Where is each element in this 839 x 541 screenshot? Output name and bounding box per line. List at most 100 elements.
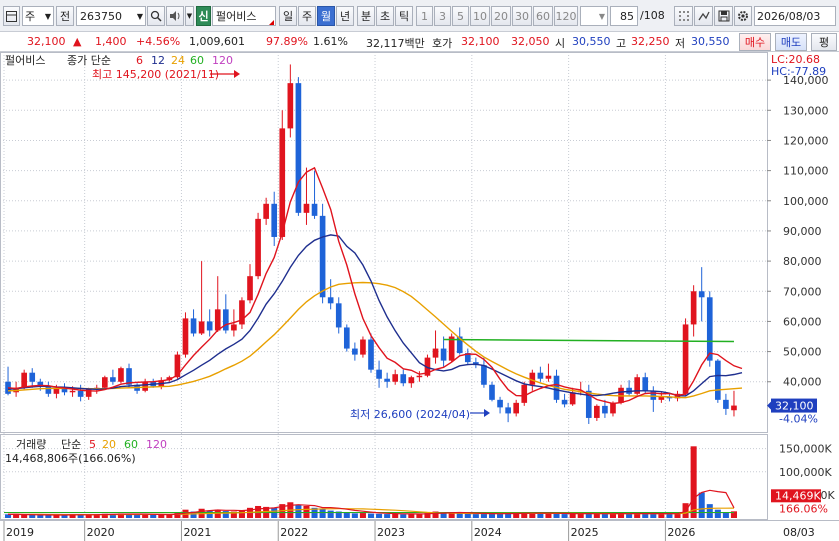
candle-body [690,291,697,325]
candle-body [352,348,358,355]
volume-bar [545,513,552,518]
price-tick-label: 50,000 [783,346,822,359]
candle-body [77,390,84,397]
candle-body [384,378,390,382]
tab-period-6[interactable]: 틱 [395,6,413,26]
tab-period-3[interactable]: 년 [336,6,354,26]
stock-code-input[interactable]: 263750 ▼ [76,6,146,26]
max-price-label: 최고 145,200 (2021/11) [92,68,219,81]
interval-button-120[interactable]: 120 [554,6,578,26]
quote-open-label: 시 [555,37,566,50]
eval-button[interactable]: 평 [811,33,837,51]
ma-legend-12: 12 [151,54,165,67]
page-counter-input[interactable]: 85 [610,6,638,26]
volume-bar [553,513,560,518]
volume-bar [593,513,600,518]
candle-body [706,297,713,361]
vol-legend-60: 60 [124,438,138,451]
volume-bar [698,492,705,518]
vol-legend-5: 5 [89,438,96,451]
tab-period-1[interactable]: 주 [298,6,316,26]
candle-body [303,203,310,213]
candle-body [279,128,286,237]
quote-high-label: 고 [616,37,627,50]
ma-legend-120: 120 [212,54,233,67]
tab-period-2[interactable]: 월 [317,6,335,26]
candle-body [110,377,116,382]
volume-bar [722,512,729,518]
candle-body [408,377,415,384]
current-volume-pct-label: 166.06% [779,502,828,515]
volume-bar [343,512,350,518]
candle-body [537,372,544,379]
current-volume-label: 14,469K [775,489,821,502]
candle-body [569,392,576,405]
volume-bar [367,513,375,518]
interval-button-1[interactable]: 1 [416,6,433,26]
candle-body [610,402,616,414]
candle-body [594,405,600,418]
volume-bar [206,510,213,518]
sell-button[interactable]: 매도 [775,33,807,51]
interval-button-30[interactable]: 30 [512,6,532,26]
vol-legend-20: 20 [102,438,116,451]
tab-period-4[interactable]: 분 [357,6,375,26]
candle-body [69,390,76,393]
volume-bar [674,513,681,518]
volume-bar [497,513,504,518]
quote-price: 32,100 [27,35,66,48]
search-icon[interactable] [147,6,165,26]
volume-bar [29,514,36,518]
date-input[interactable]: 2026/08/03 [754,6,836,26]
tab-period-0[interactable]: 일 [279,6,297,26]
layout-icon[interactable] [3,6,20,26]
volume-info-label: 14,468,806주(166.06%) [5,452,136,465]
volume-bar [601,514,608,518]
candle-body [182,318,189,355]
quote-amount: 32,117백만 [366,37,425,50]
period-prefix-button[interactable]: 전 [56,6,74,26]
candle-body [311,203,318,216]
corner-marker-icon [269,20,274,25]
volume-panel-title: 거래량 [16,438,46,451]
ma-legend-label: 종가 단순 [67,54,111,67]
chevron-down-icon[interactable]: ▼ [185,6,194,26]
interval-button-10[interactable]: 10 [470,6,490,26]
volume-bar [714,509,721,518]
tab-period-5[interactable]: 초 [376,6,394,26]
price-tick-label: 120,000 [783,134,829,147]
speaker-icon[interactable] [166,6,184,26]
x-tick-label: 2023 [377,526,405,539]
volume-bar [295,505,302,518]
chart-svg[interactable]: 40,000 50,000 60,000 70,000 80,000 90,000 100,… [0,52,839,541]
volume-bar [37,515,44,518]
interval-button-3[interactable]: 3 [434,6,451,26]
candle-body [497,399,503,408]
quote-bid-price: 32,100 [461,35,500,48]
interval-button-20[interactable]: 20 [491,6,511,26]
candle-body [198,321,205,334]
interval-button-5[interactable]: 5 [452,6,469,26]
volume-bar [561,514,568,518]
interval-select[interactable]: ▼ [580,6,608,26]
candle-body [368,339,374,370]
min-price-label: 최저 26,600 (2024/04) [350,408,470,421]
market-select[interactable]: 주 ▼ [22,6,54,26]
candle-body [214,309,221,331]
buy-button[interactable]: 매수 [739,33,771,51]
candle-body [247,276,253,301]
volume-bar [408,514,415,518]
candle-body [392,374,399,382]
save-icon[interactable] [714,6,733,26]
gear-icon[interactable] [734,6,752,26]
volume-bar [537,513,544,518]
ma-legend-6: 6 [136,54,143,67]
price-tick-label: 90,000 [783,225,822,238]
chart-area[interactable]: 40,000 50,000 60,000 70,000 80,000 90,000 100,… [0,52,839,541]
quote-change: 1,400 [95,35,127,48]
line-tool-icon[interactable] [694,6,713,26]
candle-body [263,203,269,219]
dotted-grid-icon[interactable] [674,6,693,26]
interval-button-60[interactable]: 60 [533,6,553,26]
volume-bar [134,514,141,518]
